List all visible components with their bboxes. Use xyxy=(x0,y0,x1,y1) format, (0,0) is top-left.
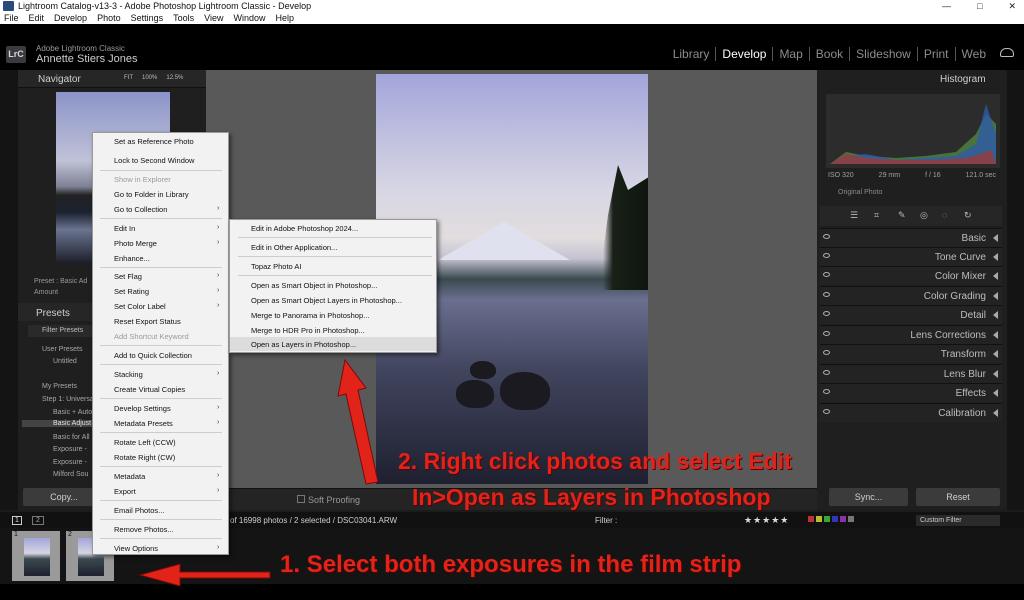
annotation-arrow-left xyxy=(138,563,271,587)
annotation-step-2-line-2: In>Open as Layers in Photoshop xyxy=(412,484,771,510)
annotation-step-1: 1. Select both exposures in the film str… xyxy=(280,551,742,578)
annotation-arrow-up xyxy=(337,358,379,485)
annotation-step-2-line-1: 2. Right click photos and select Edit xyxy=(398,448,792,474)
